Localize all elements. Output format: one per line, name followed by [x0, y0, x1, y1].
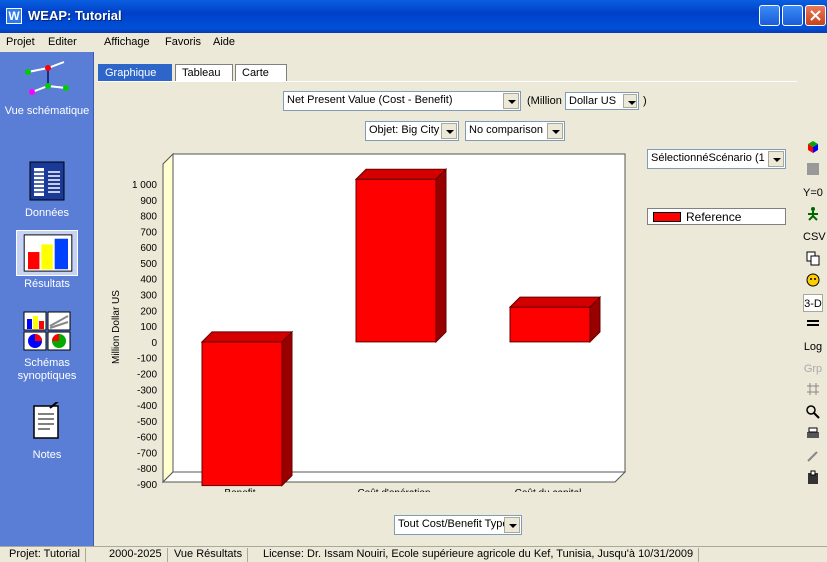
- zoom-icon[interactable]: [803, 404, 823, 422]
- tab-graphique[interactable]: Graphique: [98, 64, 172, 82]
- menu-bar: Projet Editer Affichage Favoris Aide: [0, 33, 827, 52]
- npv-chart: 1 0009008007006005004003002001000-100-20…: [111, 152, 627, 492]
- status-view: Vue Résultats: [169, 548, 249, 562]
- status-license: License: Dr. Issam Nouiri, Ecole supérie…: [258, 548, 700, 562]
- menu-editer[interactable]: Editer: [48, 36, 77, 48]
- y-tick-label: 100: [140, 322, 157, 333]
- print-icon[interactable]: [803, 426, 823, 444]
- sidebar-label-results: Résultats: [24, 278, 70, 290]
- title-bar: W WEAP: Tutorial: [0, 0, 827, 33]
- sidebar-item-notes[interactable]: Notes: [0, 397, 94, 462]
- y-tick-label: -200: [137, 369, 157, 380]
- maximize-button[interactable]: [782, 5, 803, 26]
- status-project: Projet: Tutorial: [4, 548, 86, 562]
- menu-favoris[interactable]: Favoris: [165, 36, 201, 48]
- y-zero-button[interactable]: Y=0: [803, 184, 823, 202]
- notes-icon: [33, 397, 63, 439]
- y-tick-label: -500: [137, 417, 157, 428]
- tab-carte[interactable]: Carte: [235, 64, 287, 82]
- chart-side-wall: [162, 152, 174, 484]
- y-tick-label: -400: [137, 401, 157, 412]
- copy-icon[interactable]: [803, 250, 823, 268]
- x-tick-label: Coût du capital: [515, 488, 582, 492]
- results-icon: [23, 234, 73, 272]
- sidebar-item-schematic[interactable]: Vue schématique: [0, 58, 94, 118]
- clipboard-icon[interactable]: [803, 470, 823, 488]
- axis-person-icon[interactable]: [803, 206, 823, 224]
- y-axis-title: Million Dollar US: [111, 290, 122, 364]
- chevron-down-icon: [504, 517, 520, 533]
- sidebar-item-overviews[interactable]: Schémas synoptiques: [0, 310, 94, 383]
- bar-side: [281, 330, 293, 487]
- y-tick-label: 200: [140, 306, 157, 317]
- y-tick-label: 1 000: [132, 180, 157, 191]
- chart-panel: Net Present Value (Cost - Benefit) (Mill…: [97, 81, 797, 543]
- gray-square-icon[interactable]: [803, 162, 823, 180]
- three-d-toggle[interactable]: 3-D: [803, 294, 823, 312]
- x-tick-label: Benefit: [224, 488, 255, 492]
- y-tick-label: -100: [137, 354, 157, 365]
- view-bar: Vue schématique Données Résultats Schéma…: [0, 52, 94, 546]
- sidebar-label-data: Données: [24, 207, 70, 219]
- y-tick-label: -800: [137, 464, 157, 475]
- sidebar-label-schematic: Vue schématique: [4, 105, 90, 117]
- line-style-icon[interactable]: [803, 316, 823, 334]
- window-title: WEAP: Tutorial: [28, 8, 122, 23]
- tab-tableau[interactable]: Tableau: [175, 64, 233, 82]
- bar-front: [201, 341, 283, 487]
- y-tick-label: 400: [140, 275, 157, 286]
- sidebar-label-overviews: Schémas synoptiques: [17, 357, 77, 382]
- bar-top: [354, 168, 448, 180]
- chart-toolbar: Y=0 CSV 3-D Log Grp: [799, 140, 827, 520]
- color-palette-icon[interactable]: [803, 140, 823, 158]
- bar-front: [355, 178, 437, 343]
- bar-top: [508, 296, 602, 308]
- y-tick-label: -300: [137, 385, 157, 396]
- bar-side: [435, 168, 447, 344]
- sidebar-item-results[interactable]: Résultats: [0, 230, 94, 291]
- close-button[interactable]: [805, 5, 826, 26]
- y-tick-label: -600: [137, 433, 157, 444]
- image-icon[interactable]: [803, 272, 823, 290]
- y-tick-label: 700: [140, 227, 157, 238]
- y-tick-label: 900: [140, 196, 157, 207]
- main-area: Graphique Tableau Carte Net Present Valu…: [95, 52, 827, 546]
- y-tick-label: 500: [140, 259, 157, 270]
- group-button[interactable]: Grp: [803, 360, 823, 378]
- menu-aide[interactable]: Aide: [213, 36, 235, 48]
- y-tick-label: -900: [137, 480, 157, 491]
- data-icon: [29, 161, 65, 201]
- minimize-button[interactable]: [759, 5, 780, 26]
- edit-icon[interactable]: [803, 448, 823, 466]
- cost-benefit-type-value: Tout Cost/Benefit Type: [398, 518, 509, 530]
- weap-app-icon: W: [6, 8, 22, 24]
- y-tick-label: 600: [140, 243, 157, 254]
- bar-top: [200, 331, 294, 343]
- overviews-icon: [23, 311, 71, 351]
- y-tick-label: 0: [151, 338, 157, 349]
- status-bar: Projet: Tutorial 2000-2025 Vue Résultats…: [0, 546, 827, 562]
- cost-benefit-type-select[interactable]: Tout Cost/Benefit Type: [394, 515, 522, 535]
- close-icon: [810, 10, 821, 21]
- y-tick-label: -700: [137, 448, 157, 459]
- menu-projet[interactable]: Projet: [6, 36, 35, 48]
- sidebar-item-data[interactable]: Données: [0, 160, 94, 220]
- x-tick-label: Coût d'opération: [357, 488, 430, 492]
- y-tick-label: 300: [140, 291, 157, 302]
- bar-front: [509, 306, 591, 343]
- schematic-icon: [25, 61, 69, 95]
- grid-icon[interactable]: [803, 382, 823, 400]
- sidebar-label-notes: Notes: [32, 449, 62, 461]
- y-tick-label: 800: [140, 212, 157, 223]
- results-icon-frame: [16, 230, 78, 276]
- log-scale-button[interactable]: Log: [803, 338, 823, 356]
- csv-export-button[interactable]: CSV: [803, 228, 826, 246]
- menu-affichage[interactable]: Affichage: [104, 36, 150, 48]
- status-years: 2000-2025: [104, 548, 168, 562]
